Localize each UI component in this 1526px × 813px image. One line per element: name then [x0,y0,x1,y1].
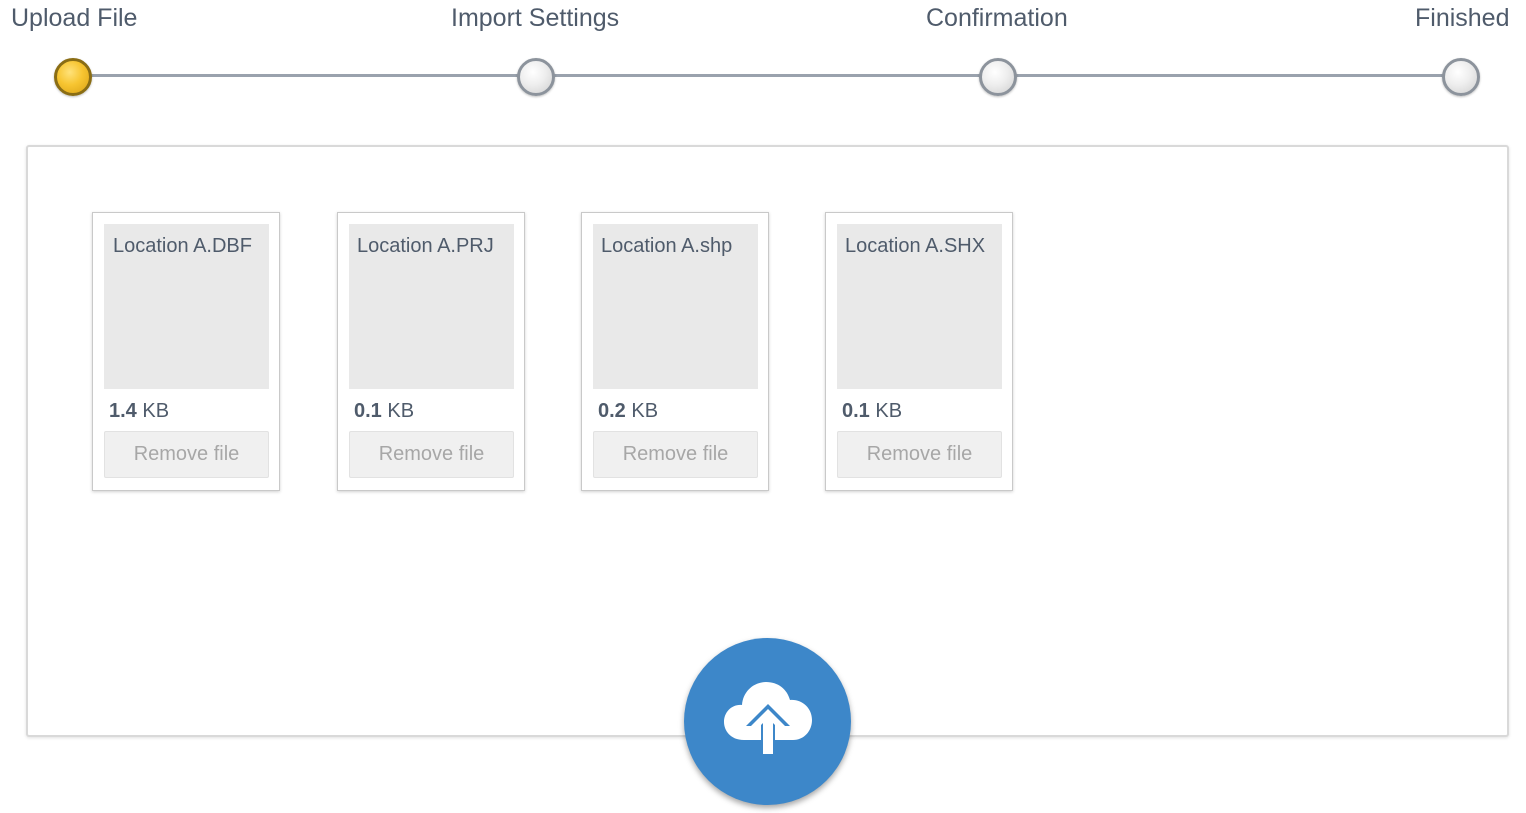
file-size-unit: KB [387,400,415,422]
remove-file-button[interactable]: Remove file [593,431,758,478]
remove-file-button[interactable]: Remove file [349,431,514,478]
step-connector [536,74,998,77]
file-card: Location A.shp 0.2 KB Remove file [581,212,769,491]
step-label-confirmation: Confirmation [926,4,1068,32]
file-size-unit: KB [142,400,170,422]
file-size: 1.4 KB [109,400,169,423]
step-label-upload-file: Upload File [11,4,138,32]
file-size: 0.2 KB [598,400,658,423]
file-size-value: 1.4 [109,400,137,422]
file-size-unit: KB [631,400,659,422]
step-marker-confirmation [979,58,1017,96]
file-size-value: 0.2 [598,400,626,422]
step-marker-finished [1442,58,1480,96]
upload-wizard: Upload File Import Settings Confirmation… [0,0,1526,813]
file-size: 0.1 KB [354,400,414,423]
step-connector [998,74,1461,77]
file-card: Location A.PRJ 0.1 KB Remove file [337,212,525,491]
file-name: Location A.shp [601,235,733,257]
file-size: 0.1 KB [842,400,902,423]
file-name: Location A.SHX [845,235,986,257]
file-name: Location A.PRJ [357,235,494,257]
file-card: Location A.SHX 0.1 KB Remove file [825,212,1013,491]
file-size-unit: KB [875,400,903,422]
upload-button[interactable] [684,638,851,805]
cloud-upload-icon [724,682,812,756]
file-size-value: 0.1 [354,400,382,422]
file-card: Location A.DBF 1.4 KB Remove file [92,212,280,491]
file-name: Location A.DBF [113,235,252,257]
remove-file-button[interactable]: Remove file [104,431,269,478]
remove-file-button[interactable]: Remove file [837,431,1002,478]
step-marker-import-settings [517,58,555,96]
step-label-import-settings: Import Settings [451,4,620,32]
step-connector [73,74,536,77]
step-marker-upload-file [54,58,92,96]
file-size-value: 0.1 [842,400,870,422]
step-label-finished: Finished [1415,4,1510,32]
